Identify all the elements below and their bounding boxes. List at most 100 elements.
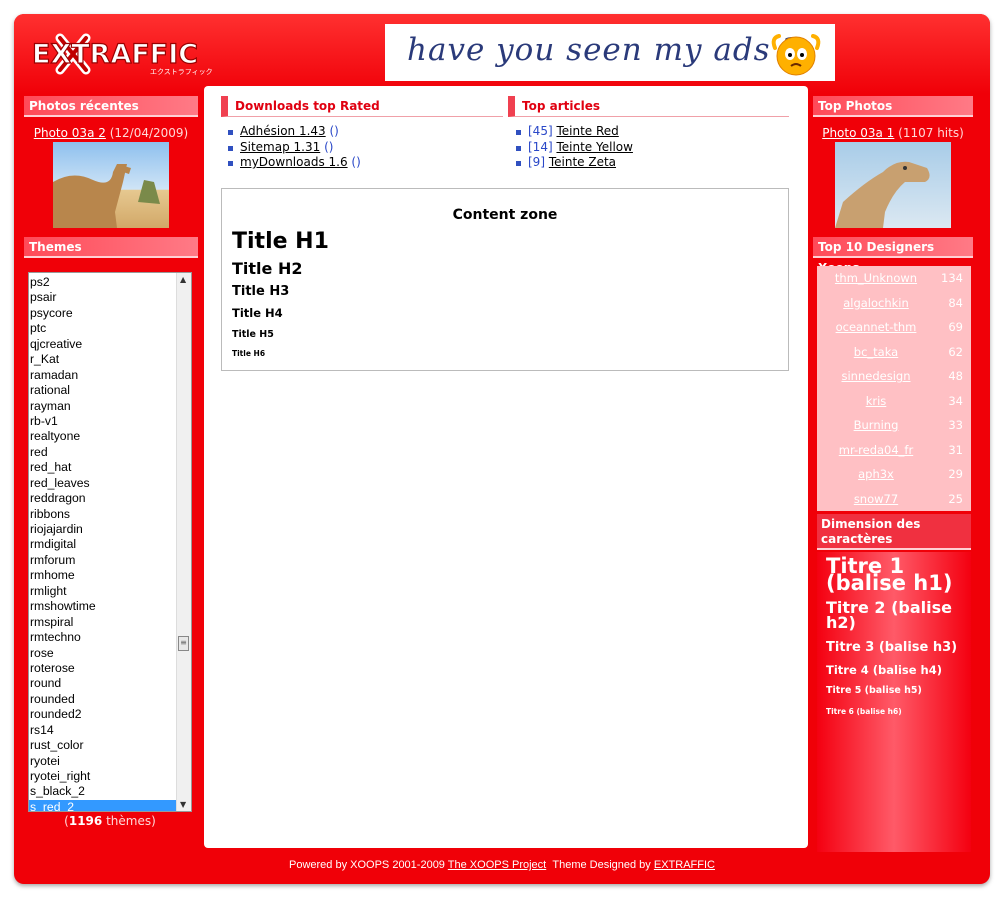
designer-link[interactable]: snow77 <box>817 487 935 512</box>
article-link[interactable]: Teinte Zeta <box>549 155 616 169</box>
designer-row: mr-reda04_fr 31 <box>817 438 971 463</box>
designer-count: 48 <box>948 369 963 383</box>
theme-option[interactable]: riojajardin <box>29 522 177 537</box>
theme-option[interactable]: rational <box>29 383 177 398</box>
designer-link[interactable]: kris <box>817 389 935 414</box>
download-extra: () <box>324 139 334 154</box>
titre-5: Titre 5 (balise h5) <box>826 685 922 696</box>
designer-count: 33 <box>948 418 963 432</box>
designer-link[interactable]: algalochkin <box>817 291 935 316</box>
recent-photo-image[interactable] <box>53 142 169 228</box>
designer-row: algalochkin 84 <box>817 291 971 316</box>
designer-count: 62 <box>948 344 963 359</box>
top-photo-link[interactable]: Photo 03a 1 <box>822 126 894 140</box>
theme-option[interactable]: roterose <box>29 661 177 676</box>
theme-count-label: thèmes <box>106 814 152 828</box>
designer-link[interactable]: mr-reda04_fr <box>817 438 935 463</box>
recent-photo-link[interactable]: Photo 03a 2 <box>34 126 106 140</box>
theme-option[interactable]: realtyone <box>29 429 177 444</box>
camel-head-icon <box>835 161 930 228</box>
theme-option[interactable]: red <box>29 445 177 460</box>
designer-row: Burning 33 <box>817 413 971 438</box>
titre-2: Titre 2 (balise h2) <box>826 598 952 632</box>
theme-option[interactable]: rounded2 <box>29 707 177 722</box>
extraffic-link[interactable]: EXTRAFFIC <box>654 859 715 871</box>
top-photos-title: Top Photos <box>813 96 973 117</box>
downloads-list: Adhésion 1.43 () Sitemap 1.31 () myDownloa… <box>226 124 361 171</box>
theme-option[interactable]: ryotei_right <box>29 769 177 784</box>
designer-link[interactable]: aph3x <box>817 462 935 487</box>
designer-row: sinnedesign 48 <box>817 364 971 389</box>
article-count: [45] <box>528 124 553 138</box>
theme-option[interactable]: rose <box>29 646 177 661</box>
designer-count: 69 <box>948 320 963 334</box>
theme-option[interactable]: rounded <box>29 692 177 707</box>
download-link[interactable]: Adhésion 1.43 <box>240 124 326 138</box>
theme-option[interactable]: rb-v1 <box>29 414 177 429</box>
download-link[interactable]: Sitemap 1.31 <box>240 140 320 154</box>
font-size-panel: Titre 1 (balise h1) Titre 2 (balise h2) … <box>817 552 971 852</box>
articles-list: [45] Teinte Red [14] Teinte Yellow [9] Tei… <box>514 124 633 171</box>
designer-row: snow77 25 <box>817 487 971 512</box>
theme-option[interactable]: rs14 <box>29 723 177 738</box>
ad-banner[interactable]: have you seen my ads ? <box>385 24 835 81</box>
designer-link[interactable]: oceannet-thm <box>817 315 935 340</box>
theme-option[interactable]: rmforum <box>29 553 177 568</box>
recent-photo-caption: Photo 03a 2 (12/04/2009) <box>24 126 198 140</box>
content-zone: Content zone Title H1 Title H2 Title H3 … <box>221 188 789 371</box>
theme-option[interactable]: ryotei <box>29 754 177 769</box>
content-zone-title: Content zone <box>452 207 558 223</box>
theme-option[interactable]: rayman <box>29 399 177 414</box>
article-link[interactable]: Teinte Red <box>556 124 618 138</box>
article-link[interactable]: Teinte Yellow <box>556 140 632 154</box>
title-h5: Title H5 <box>232 329 274 340</box>
theme-option[interactable]: ps2 <box>29 275 177 290</box>
theme-option[interactable]: ramadan <box>29 368 177 383</box>
theme-count: (1196 thèmes) <box>64 814 156 828</box>
theme-option[interactable]: rmdigital <box>29 537 177 552</box>
designer-count: 134 <box>941 271 963 285</box>
theme-option[interactable]: red_leaves <box>29 476 177 491</box>
camel-icon <box>53 164 160 228</box>
scroll-thumb[interactable]: ≡ <box>178 636 189 651</box>
theme-option[interactable]: round <box>29 676 177 691</box>
theme-option[interactable]: ptc <box>29 321 177 336</box>
theme-option[interactable]: qjcreative <box>29 337 177 352</box>
scroll-down-icon[interactable]: ▼ <box>180 800 186 809</box>
article-count: [14] <box>528 139 553 154</box>
themes-title: Themes <box>24 237 198 258</box>
theme-option[interactable]: r_Kat <box>29 352 177 367</box>
footer-designed: Theme Designed by <box>552 859 651 871</box>
designer-link[interactable]: Burning <box>817 413 935 438</box>
designer-link[interactable]: sinnedesign <box>817 364 935 389</box>
site-logo[interactable]: EXTRAFFIC エクストラフィック <box>30 32 240 76</box>
download-link[interactable]: myDownloads 1.6 <box>240 155 348 169</box>
theme-option[interactable]: psycore <box>29 306 177 321</box>
theme-option[interactable]: rmshowtime <box>29 599 177 614</box>
theme-select-list[interactable]: ps2 psair psycore ptc qjcreative r_Kat ramadan… <box>28 272 192 812</box>
theme-option[interactable]: s_red_2 <box>29 799 177 811</box>
designer-count: 31 <box>948 442 963 457</box>
article-item: [9] Teinte Zeta <box>514 155 633 171</box>
designer-row: bc_taka 62 <box>817 340 971 365</box>
theme-scrollbar[interactable]: ▲ ≡ ▼ <box>176 273 191 811</box>
logo-text: EXTRAFFIC <box>32 39 198 70</box>
top-photo-image[interactable] <box>835 142 951 228</box>
scroll-up-icon[interactable]: ▲ <box>180 275 186 284</box>
theme-option[interactable]: rmhome <box>29 568 177 583</box>
titre-4: Titre 4 (balise h4) <box>826 663 942 677</box>
theme-option[interactable]: ribbons <box>29 507 177 522</box>
designer-link[interactable]: bc_taka <box>817 340 935 365</box>
theme-option[interactable]: red_hat <box>29 460 177 475</box>
theme-option[interactable]: rmtechno <box>29 630 177 645</box>
download-item: Sitemap 1.31 () <box>226 140 361 156</box>
titre-1: Titre 1 (balise h1) <box>826 554 953 595</box>
xoops-project-link[interactable]: The XOOPS Project <box>448 859 546 871</box>
theme-option[interactable]: rust_color <box>29 738 177 753</box>
theme-option[interactable]: reddragon <box>29 491 177 506</box>
theme-option[interactable]: rmlight <box>29 584 177 599</box>
theme-option[interactable]: psair <box>29 290 177 305</box>
right-sidebar: Top Photos Photo 03a 1 (1107 hits) Top 1… <box>813 96 973 275</box>
theme-option[interactable]: rmspiral <box>29 615 177 630</box>
theme-option[interactable]: s_black_2 <box>29 784 177 799</box>
